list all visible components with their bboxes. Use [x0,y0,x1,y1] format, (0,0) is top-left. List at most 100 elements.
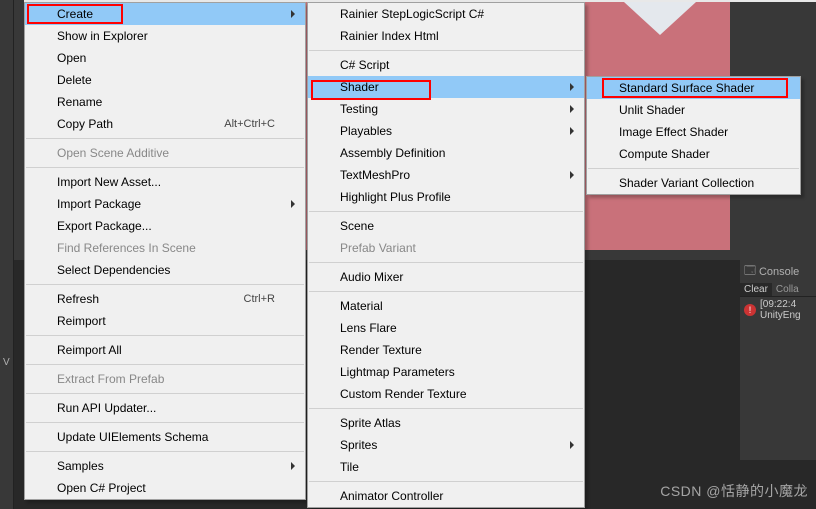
menu-item-label: Sprites [340,438,377,452]
menu-item-label: Testing [340,102,378,116]
console-tab-clear[interactable]: Clear [740,283,772,296]
shader-menu-item-unlit-shader[interactable]: Unlit Shader [587,99,800,121]
context-menu-item-import-package[interactable]: Import Package [25,193,305,215]
menu-item-label: Rename [57,95,102,109]
create-menu-item-audio-mixer[interactable]: Audio Mixer [308,266,584,288]
menu-item-label: Copy Path [57,117,113,131]
console-tab-collapse[interactable]: Colla [772,283,803,296]
context-menu-item-refresh[interactable]: RefreshCtrl+R [25,288,305,310]
create-menu-item-tile[interactable]: Tile [308,456,584,478]
console-tab-row: Clear Colla [740,283,816,297]
context-menu-main[interactable]: Create Show in ExplorerOpen Delete Rename Co… [24,2,306,500]
shader-menu-item-compute-shader[interactable]: Compute Shader [587,143,800,165]
create-menu-item-shader[interactable]: Shader [308,76,584,98]
menu-item-label: Delete [57,73,92,87]
context-menu-item-create[interactable]: Create [25,3,305,25]
menu-item-label: Refresh [57,292,99,306]
context-menu-item-show-in-explorer[interactable]: Show in Explorer [25,25,305,47]
create-menu-item-material[interactable]: Material [308,295,584,317]
create-menu-item-highlight-plus-profile[interactable]: Highlight Plus Profile [308,186,584,208]
shader-menu-item-standard-surface-shader[interactable]: Standard Surface Shader [587,77,800,99]
context-menu-separator [26,422,304,423]
context-menu-separator [26,393,304,394]
error-icon: ! [744,304,756,316]
console-log-time: [09:22:4 [760,299,801,310]
menu-item-label: Prefab Variant [340,241,416,255]
menu-item-label: Select Dependencies [57,263,170,277]
menu-item-label: Custom Render Texture [340,387,467,401]
create-menu-item-animator-controller[interactable]: Animator Controller [308,485,584,507]
context-menu-item-select-dependencies[interactable]: Select Dependencies [25,259,305,281]
menu-item-label: Shader [340,80,379,94]
menu-item-label: Import New Asset... [57,175,161,189]
console-log-row[interactable]: ! [09:22:4 UnityEng [740,297,816,323]
submenu-arrow-icon [570,127,574,135]
context-menu-item-import-new-asset[interactable]: Import New Asset... [25,171,305,193]
context-menu-item-export-package[interactable]: Export Package... [25,215,305,237]
menu-item-label: Compute Shader [619,147,710,161]
menu-item-label: Run API Updater... [57,401,156,415]
submenu-arrow-icon [570,83,574,91]
console-log-text: UnityEng [760,310,801,321]
console-panel: 🗔 Console Clear Colla ! [09:22:4 UnityEn… [740,260,816,460]
menu-item-label: Create [57,7,93,21]
shader-menu-item-shader-variant-collection[interactable]: Shader Variant Collection [587,172,800,194]
menu-item-label: Playables [340,124,392,138]
context-menu-item-reimport[interactable]: Reimport [25,310,305,332]
submenu-shader[interactable]: Standard Surface Shader Unlit Shader Image… [586,76,801,195]
shader-menu-item-image-effect-shader[interactable]: Image Effect Shader [587,121,800,143]
menu-item-label: Import Package [57,197,141,211]
create-menu-separator [309,211,583,212]
menu-item-label: Material [340,299,383,313]
create-menu-separator [309,291,583,292]
menu-item-label: Sprite Atlas [340,416,401,430]
create-menu-separator [309,481,583,482]
context-menu-item-delete[interactable]: Delete [25,69,305,91]
context-menu-item-copy-path[interactable]: Copy PathAlt+Ctrl+C [25,113,305,135]
context-menu-item-update-uielements-schema[interactable]: Update UIElements Schema [25,426,305,448]
create-menu-separator [309,408,583,409]
create-menu-item-textmeshpro[interactable]: TextMeshPro [308,164,584,186]
submenu-arrow-icon [570,171,574,179]
watermark: CSDN @恬静的小魔龙 [660,481,808,501]
submenu-arrow-icon [291,462,295,470]
create-menu-item-playables[interactable]: Playables [308,120,584,142]
create-menu-item-lightmap-parameters[interactable]: Lightmap Parameters [308,361,584,383]
menu-item-label: Reimport [57,314,106,328]
menu-item-label: Image Effect Shader [619,125,728,139]
menu-item-label: Lightmap Parameters [340,365,455,379]
left-edge-label: V [0,350,13,375]
context-menu-separator [26,138,304,139]
context-menu-item-open[interactable]: Open [25,47,305,69]
create-menu-separator [309,50,583,51]
submenu-arrow-icon [570,441,574,449]
menu-item-label: Rainier StepLogicScript C# [340,7,484,21]
menu-item-label: Assembly Definition [340,146,445,160]
context-menu-item-samples[interactable]: Samples [25,455,305,477]
submenu-arrow-icon [291,200,295,208]
create-menu-item-sprite-atlas[interactable]: Sprite Atlas [308,412,584,434]
context-menu-item-run-api-updater[interactable]: Run API Updater... [25,397,305,419]
menu-item-label: Standard Surface Shader [619,81,754,95]
create-menu-item-scene[interactable]: Scene [308,215,584,237]
menu-item-label: Highlight Plus Profile [340,190,451,204]
create-menu-item-assembly-definition[interactable]: Assembly Definition [308,142,584,164]
create-menu-item-lens-flare[interactable]: Lens Flare [308,317,584,339]
create-menu-item-rainier-steplogicscript-c[interactable]: Rainier StepLogicScript C# [308,3,584,25]
context-menu-separator [26,451,304,452]
submenu-create[interactable]: Rainier StepLogicScript C# Rainier Index … [307,2,585,508]
create-menu-item-render-texture[interactable]: Render Texture [308,339,584,361]
console-title: Console [759,266,799,278]
create-menu-item-custom-render-texture[interactable]: Custom Render Texture [308,383,584,405]
menu-item-label: Animator Controller [340,489,443,503]
submenu-arrow-icon [570,105,574,113]
context-menu-item-open-c-project[interactable]: Open C# Project [25,477,305,499]
context-menu-item-reimport-all[interactable]: Reimport All [25,339,305,361]
create-menu-item-sprites[interactable]: Sprites [308,434,584,456]
create-menu-item-testing[interactable]: Testing [308,98,584,120]
context-menu-item-rename[interactable]: Rename [25,91,305,113]
left-edge-panel: V [0,0,14,509]
create-menu-item-c-script[interactable]: C# Script [308,54,584,76]
submenu-arrow-icon [291,10,295,18]
create-menu-item-rainier-index-html[interactable]: Rainier Index Html [308,25,584,47]
